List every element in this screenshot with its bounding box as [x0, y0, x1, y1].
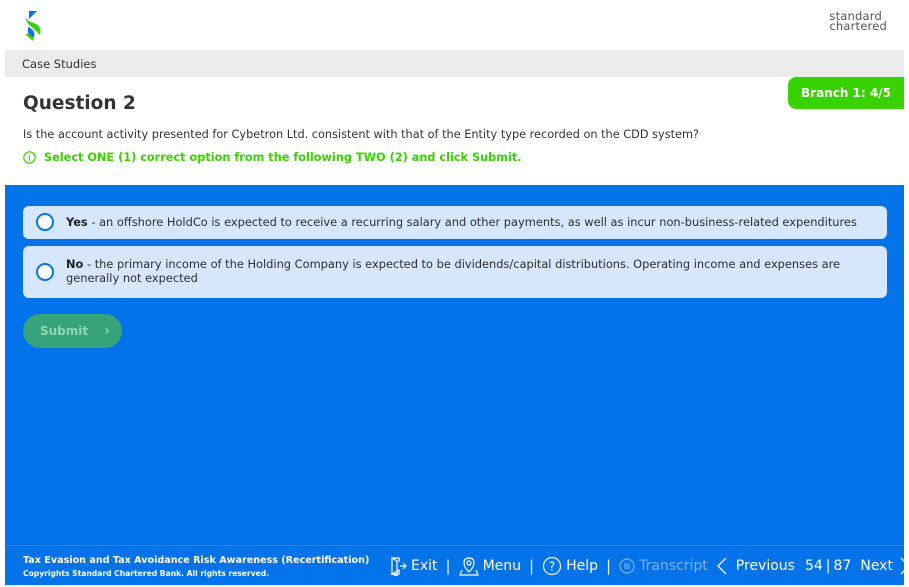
question-text: Is the account activity presented for Cy… — [23, 128, 699, 141]
transcript-label: Transcript — [639, 558, 708, 574]
exit-label: Exit — [411, 558, 438, 574]
page-divider: | — [825, 558, 831, 574]
footer-nav: Exit | Menu | ? Help | Transcript Previo… — [389, 555, 909, 577]
option-yes[interactable]: Yes - an offshore HoldCo is expected to … — [23, 206, 887, 239]
next-label: Next — [860, 558, 893, 574]
footer-bar: Tax Evasion and Tax Avoidance Risk Aware… — [5, 545, 909, 585]
option-yes-label: Yes — [66, 215, 88, 229]
chevron-right-icon: › — [104, 323, 110, 339]
help-icon: ? — [542, 556, 562, 576]
submit-label: Submit — [40, 324, 89, 338]
option-yes-text: Yes - an offshore HoldCo is expected to … — [66, 215, 875, 229]
instruction-text: Select ONE (1) correct option from the f… — [44, 151, 522, 164]
exit-button[interactable]: Exit — [389, 556, 438, 576]
radio-yes[interactable] — [36, 213, 54, 231]
instruction: Select ONE (1) correct option from the f… — [23, 151, 522, 164]
breadcrumb-bar: Case Studies — [5, 50, 904, 77]
svg-text:?: ? — [549, 560, 555, 574]
previous-label: Previous — [735, 558, 795, 574]
option-no-text: No - the primary income of the Holding C… — [66, 257, 875, 285]
option-no-description: - the primary income of the Holding Comp… — [66, 257, 841, 285]
page-current: 54 — [804, 558, 823, 574]
chevron-right-icon — [900, 557, 909, 575]
menu-button[interactable]: Menu — [458, 556, 522, 576]
help-label: Help — [566, 558, 599, 574]
map-pin-icon — [458, 557, 479, 576]
brand-wordmark: standard chartered — [829, 10, 887, 33]
question-title: Question 2 — [23, 93, 136, 114]
option-no[interactable]: No - the primary income of the Holding C… — [23, 246, 887, 298]
page-total: 87 — [833, 558, 852, 574]
brand-line-2: chartered — [829, 19, 887, 33]
answer-panel: Yes - an offshore HoldCo is expected to … — [5, 185, 904, 545]
copyright: Copyrights Standard Chartered Bank. All … — [23, 569, 270, 578]
sc-logo-icon — [25, 11, 41, 41]
transcript-button[interactable]: Transcript — [619, 558, 708, 574]
breadcrumb: Case Studies — [22, 57, 97, 71]
submit-button[interactable]: Submit › — [23, 314, 122, 348]
transcript-icon — [619, 558, 635, 574]
exit-icon — [389, 556, 407, 576]
divider: | — [606, 557, 612, 575]
divider: | — [529, 557, 535, 575]
option-yes-description: - an offshore HoldCo is expected to rece… — [87, 215, 857, 229]
branch-badge: Branch 1: 4/5 — [788, 77, 904, 109]
info-icon — [23, 151, 36, 164]
option-no-label: No — [66, 257, 84, 271]
radio-no[interactable] — [36, 263, 54, 281]
chevron-left-icon — [716, 557, 727, 575]
next-button[interactable]: Next — [860, 556, 909, 576]
app-header: standard chartered — [0, 0, 909, 50]
menu-label: Menu — [482, 558, 522, 574]
course-title: Tax Evasion and Tax Avoidance Risk Aware… — [23, 555, 370, 566]
help-button[interactable]: ? Help — [542, 556, 598, 576]
page-counter: 54 | 87 — [805, 558, 851, 574]
divider: | — [445, 557, 451, 575]
previous-button[interactable]: Previous — [716, 556, 795, 576]
